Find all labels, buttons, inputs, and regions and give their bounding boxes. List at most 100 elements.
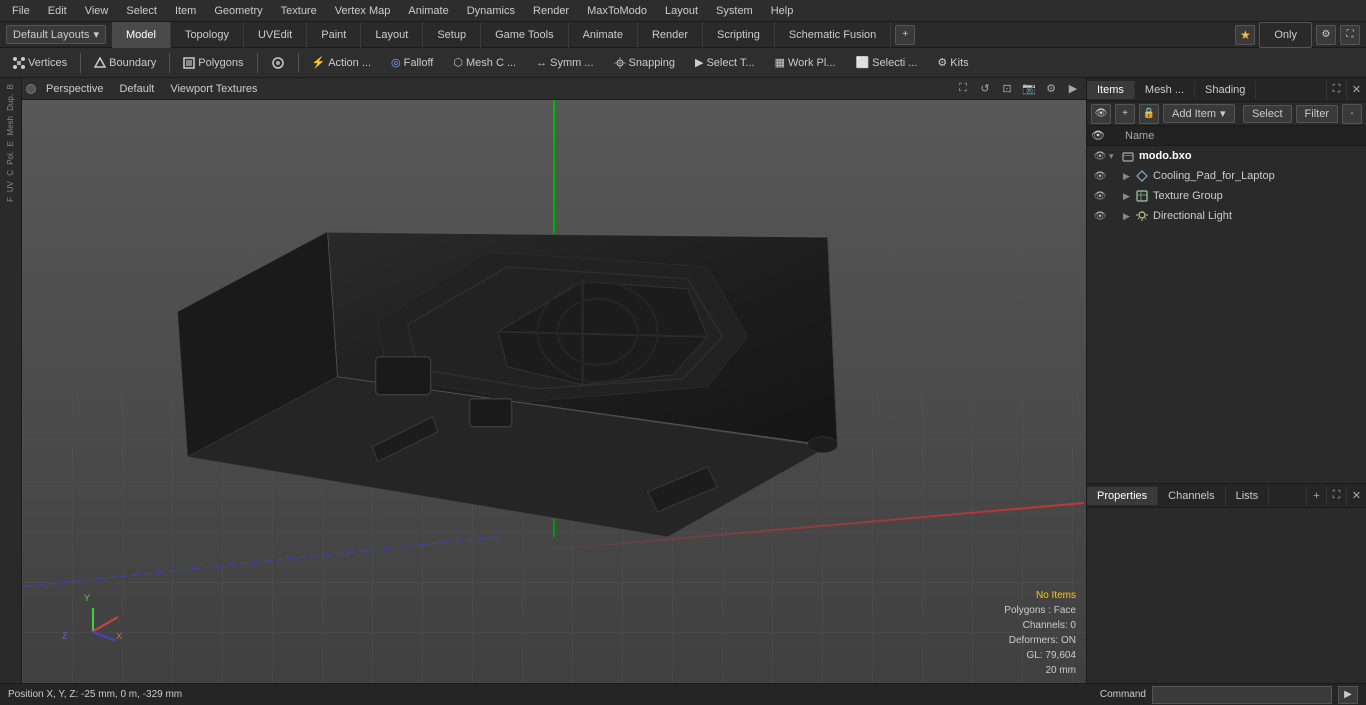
- menu-render[interactable]: Render: [525, 3, 577, 19]
- tab-items[interactable]: Items: [1087, 81, 1135, 99]
- tab-layout[interactable]: Layout: [361, 22, 423, 48]
- viewport-style-label[interactable]: Default: [113, 82, 160, 96]
- viewport-more-icon[interactable]: ▶: [1064, 80, 1082, 98]
- tab-scripting[interactable]: Scripting: [703, 22, 775, 48]
- sidebar-item-mesh[interactable]: Mesh: [4, 114, 17, 138]
- snapping-button[interactable]: Snapping: [605, 51, 685, 75]
- tab-topology[interactable]: Topology: [171, 22, 244, 48]
- viewport-rotate-icon[interactable]: ↺: [976, 80, 994, 98]
- items-expand-icon[interactable]: ⛶: [1326, 80, 1346, 100]
- sidebar-item-e[interactable]: E: [4, 139, 17, 148]
- kits-button[interactable]: ⚙ Kits: [928, 51, 977, 75]
- tab-animate[interactable]: Animate: [569, 22, 638, 48]
- select-button[interactable]: Select: [1243, 105, 1292, 123]
- items-plus-icon[interactable]: +: [1115, 104, 1135, 124]
- viewport-camera-icon[interactable]: 📷: [1020, 80, 1038, 98]
- props-expand-icon[interactable]: ⛶: [1326, 486, 1346, 506]
- settings-icon[interactable]: ⚙: [1316, 25, 1336, 45]
- expand-arrow-icon[interactable]: ▶: [1123, 171, 1135, 182]
- only-button[interactable]: Only: [1259, 22, 1312, 48]
- viewport-maximize-icon[interactable]: ⛶: [954, 80, 972, 98]
- filter-button[interactable]: Filter: [1296, 105, 1338, 123]
- tab-uvedit[interactable]: UVEdit: [244, 22, 307, 48]
- list-item[interactable]: 👁 ▶ Texture Group: [1087, 186, 1366, 206]
- list-item[interactable]: 👁 ▾ modo.bxo: [1087, 146, 1366, 166]
- menu-system[interactable]: System: [708, 3, 761, 19]
- menu-layout[interactable]: Layout: [657, 3, 706, 19]
- tab-paint[interactable]: Paint: [307, 22, 361, 48]
- menu-vertex-map[interactable]: Vertex Map: [327, 3, 399, 19]
- viewport-visibility-toggle[interactable]: [26, 84, 36, 94]
- sidebar-item-dup[interactable]: Dup.: [4, 92, 17, 113]
- items-minus-icon[interactable]: -: [1342, 104, 1362, 124]
- menu-texture[interactable]: Texture: [273, 3, 325, 19]
- tab-channels[interactable]: Channels: [1158, 487, 1225, 505]
- menu-view[interactable]: View: [77, 3, 117, 19]
- eye-toggle[interactable]: 👁: [1091, 167, 1109, 185]
- add-item-button[interactable]: Add Item ▾: [1163, 104, 1235, 123]
- command-input[interactable]: [1152, 686, 1332, 704]
- select-t-button[interactable]: ▶ Select T...: [686, 51, 764, 75]
- layouts-dropdown[interactable]: Default Layouts ▾: [6, 25, 106, 44]
- list-item[interactable]: 👁 ▶ Cooling_Pad_for_Laptop: [1087, 166, 1366, 186]
- viewport-shading-label[interactable]: Viewport Textures: [164, 82, 263, 96]
- polygons-mode-icon[interactable]: Polygons: [174, 51, 252, 75]
- menu-select[interactable]: Select: [118, 3, 165, 19]
- work-pl-button[interactable]: ▦ Work Pl...: [766, 51, 845, 75]
- action-button[interactable]: ⚡ Action ...: [303, 51, 381, 75]
- props-add-icon[interactable]: +: [1306, 486, 1326, 506]
- menu-edit[interactable]: Edit: [40, 3, 75, 19]
- tab-mesh[interactable]: Mesh ...: [1135, 81, 1195, 99]
- viewport-fit-icon[interactable]: ⊡: [998, 80, 1016, 98]
- menu-item[interactable]: Item: [167, 3, 204, 19]
- eye-toggle[interactable]: 👁: [1091, 207, 1109, 225]
- vertices-mode-icon[interactable]: Vertices: [4, 51, 76, 75]
- sidebar-item-b[interactable]: B: [4, 82, 17, 91]
- symm-button[interactable]: ↔ Symm ...: [527, 51, 602, 75]
- star-icon[interactable]: ★: [1235, 25, 1255, 45]
- mode-icon-4[interactable]: [262, 51, 294, 75]
- menu-help[interactable]: Help: [763, 3, 802, 19]
- tab-shading[interactable]: Shading: [1195, 81, 1256, 99]
- sidebar-item-pol[interactable]: Pol.: [4, 149, 17, 167]
- expand-arrow-icon[interactable]: ▶: [1123, 211, 1135, 222]
- expand-arrow-icon[interactable]: ▶: [1123, 191, 1135, 202]
- mesh-c-button[interactable]: ⬡ Mesh C ...: [444, 51, 525, 75]
- tab-schematic-fusion[interactable]: Schematic Fusion: [775, 22, 891, 48]
- menu-file[interactable]: File: [4, 3, 38, 19]
- tab-setup[interactable]: Setup: [423, 22, 481, 48]
- separator-1: [80, 53, 81, 73]
- menu-dynamics[interactable]: Dynamics: [459, 3, 523, 19]
- items-close-icon[interactable]: ✕: [1346, 80, 1366, 100]
- items-lock-icon[interactable]: 🔒: [1139, 104, 1159, 124]
- viewport-perspective-label[interactable]: Perspective: [40, 82, 109, 96]
- props-close-icon[interactable]: ✕: [1346, 486, 1366, 506]
- menu-animate[interactable]: Animate: [400, 3, 456, 19]
- tab-lists[interactable]: Lists: [1226, 487, 1270, 505]
- menu-geometry[interactable]: Geometry: [206, 3, 270, 19]
- tab-game-tools[interactable]: Game Tools: [481, 22, 569, 48]
- menu-max-to-modo[interactable]: MaxToModo: [579, 3, 655, 19]
- sidebar-item-uv[interactable]: UV: [4, 179, 17, 194]
- polygons-label: Polygons: [198, 57, 243, 69]
- items-eye-icon[interactable]: 👁: [1091, 104, 1111, 124]
- boundary-mode-icon[interactable]: Boundary: [85, 51, 165, 75]
- expand-arrow-icon[interactable]: ▾: [1109, 151, 1121, 162]
- command-go-button[interactable]: ▶: [1338, 686, 1358, 704]
- expand-icon[interactable]: ⛶: [1340, 25, 1360, 45]
- add-layout-tab-button[interactable]: +: [895, 25, 915, 45]
- tab-model[interactable]: Model: [112, 22, 171, 48]
- sidebar-item-c[interactable]: C: [4, 168, 17, 178]
- sidebar-item-f[interactable]: F: [4, 195, 17, 204]
- viewport-settings-icon[interactable]: ⚙: [1042, 80, 1060, 98]
- falloff-button[interactable]: ◎ Falloff: [382, 51, 442, 75]
- eye-toggle[interactable]: 👁: [1091, 147, 1109, 165]
- tab-render[interactable]: Render: [638, 22, 703, 48]
- symm-label: Symm ...: [550, 57, 593, 69]
- 3d-viewport[interactable]: Y X Z No Items Polygons : Face Channels:…: [22, 100, 1086, 683]
- selecti-button[interactable]: ⬜ Selecti ...: [846, 51, 926, 75]
- tab-properties[interactable]: Properties: [1087, 487, 1158, 505]
- list-item[interactable]: 👁 ▶ Directional Light: [1087, 206, 1366, 226]
- add-item-arrow: ▾: [1220, 107, 1226, 120]
- eye-toggle[interactable]: 👁: [1091, 187, 1109, 205]
